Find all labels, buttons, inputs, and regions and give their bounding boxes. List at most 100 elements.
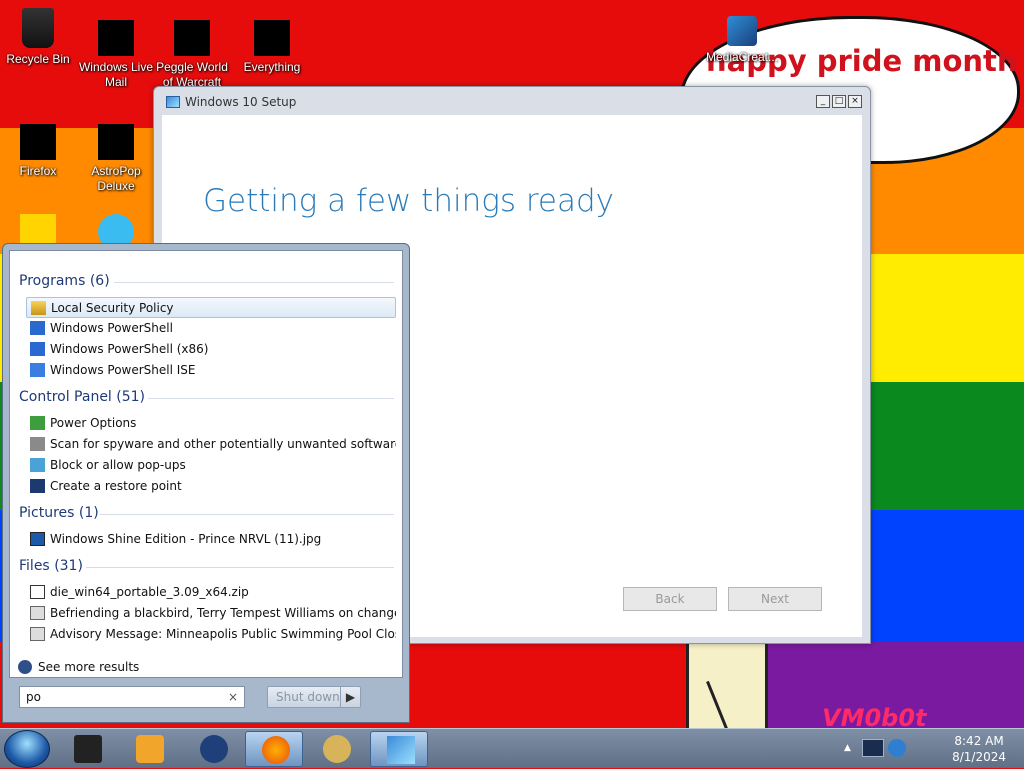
- result-label: Block or allow pop-ups: [50, 458, 186, 472]
- taskbar-app-3[interactable]: [184, 731, 242, 767]
- desktop-icon-firefox[interactable]: Firefox: [0, 124, 76, 179]
- peggle-icon: [174, 20, 210, 56]
- everything-icon: [254, 20, 290, 56]
- windows-live-mail-icon: [98, 20, 134, 56]
- minimize-button[interactable]: _: [816, 95, 830, 108]
- close-button[interactable]: ×: [848, 95, 862, 108]
- start-button[interactable]: [4, 730, 50, 768]
- search-value: po: [26, 690, 41, 704]
- app-icon: [323, 735, 351, 763]
- setup-icon: [387, 736, 415, 764]
- firefox-icon: [262, 736, 290, 764]
- result-label: Scan for spyware and other potentially u…: [50, 437, 396, 451]
- window-title: Windows 10 Setup: [185, 95, 297, 109]
- result-windows-powershell-ise[interactable]: Windows PowerShell ISE: [26, 360, 396, 381]
- taskbar-app-1[interactable]: [58, 731, 116, 767]
- title-bar[interactable]: Windows 10 Setup _ □ ×: [154, 87, 870, 117]
- network-icon[interactable]: [862, 739, 884, 757]
- result-scan-spyware[interactable]: Scan for spyware and other potentially u…: [26, 434, 396, 455]
- powershell-icon: [30, 342, 45, 356]
- next-button[interactable]: Next: [728, 587, 822, 611]
- result-die-zip[interactable]: die_win64_portable_3.09_x64.zip: [26, 582, 396, 603]
- zip-file-icon: [30, 585, 45, 599]
- security-policy-icon: [31, 301, 46, 315]
- desktop-icon-label: Everything: [243, 60, 301, 74]
- taskbar: ▲ 8:42 AM 8/1/2024: [0, 728, 1024, 768]
- drawing-figure: [686, 644, 768, 731]
- clear-search-icon[interactable]: ×: [228, 687, 238, 707]
- clock-date: 8/1/2024: [952, 750, 1006, 764]
- result-power-options[interactable]: Power Options: [26, 413, 396, 434]
- group-header-control-panel[interactable]: Control Panel (51): [19, 389, 145, 405]
- powershell-ise-icon: [30, 363, 45, 377]
- internet-options-icon: [30, 458, 45, 472]
- result-create-restore-point[interactable]: Create a restore point: [26, 476, 396, 497]
- desktop-icon-peggle[interactable]: Peggle World of Warcraft: [154, 20, 230, 90]
- clock[interactable]: 8:42 AM 8/1/2024: [952, 733, 1006, 765]
- group-header-files[interactable]: Files (31): [19, 558, 83, 574]
- result-label: Local Security Policy: [51, 301, 174, 315]
- result-picture[interactable]: Windows Shine Edition - Prince NRVL (11)…: [26, 529, 396, 550]
- recycle-bin-icon: [22, 8, 54, 48]
- image-file-icon: [30, 532, 45, 546]
- power-options-icon: [30, 416, 45, 430]
- show-hidden-icons[interactable]: ▲: [844, 743, 851, 753]
- system-icon: [30, 479, 45, 493]
- divider: [148, 398, 394, 399]
- defender-icon: [30, 437, 45, 451]
- result-blackbird[interactable]: Befriending a blackbird, Terry Tempest W…: [26, 603, 396, 624]
- shutdown-options-arrow[interactable]: ▶: [340, 687, 360, 707]
- taskbar-firefox[interactable]: [245, 731, 303, 767]
- group-count: (51): [116, 389, 146, 405]
- media-player-icon: [136, 735, 164, 763]
- search-input[interactable]: po ×: [19, 686, 245, 708]
- result-label: Befriending a blackbird, Terry Tempest W…: [50, 606, 396, 620]
- volume-icon[interactable]: [888, 739, 906, 757]
- see-more-results-link[interactable]: See more results: [18, 660, 139, 674]
- globe-icon: [200, 735, 228, 763]
- taskbar-app-5[interactable]: [307, 731, 365, 767]
- desktop-icon-windows-live-mail[interactable]: Windows Live Mail: [78, 20, 154, 90]
- result-advisory-message[interactable]: Advisory Message: Minneapolis Public Swi…: [26, 624, 396, 645]
- maximize-button[interactable]: □: [832, 95, 846, 108]
- group-header-pictures[interactable]: Pictures (1): [19, 505, 99, 521]
- desktop-icon-label: Windows Live Mail: [78, 60, 154, 89]
- search-icon: [18, 660, 32, 674]
- shutdown-label: Shut down: [276, 690, 340, 704]
- firefox-icon: [20, 124, 56, 160]
- taskbar-setup[interactable]: [370, 731, 428, 767]
- desktop-icon-everything[interactable]: Everything: [234, 20, 310, 75]
- result-local-security-policy[interactable]: Local Security Policy: [26, 297, 396, 318]
- group-header-programs[interactable]: Programs (6): [19, 273, 110, 289]
- result-label: die_win64_portable_3.09_x64.zip: [50, 585, 249, 599]
- result-block-popups[interactable]: Block or allow pop-ups: [26, 455, 396, 476]
- result-label: Windows PowerShell: [50, 321, 173, 335]
- clock-time: 8:42 AM: [954, 734, 1004, 748]
- result-windows-powershell[interactable]: Windows PowerShell: [26, 318, 396, 339]
- setup-app-icon: [166, 96, 180, 108]
- group-count: (1): [78, 505, 99, 521]
- media-creation-tool-icon: [727, 16, 757, 46]
- shutdown-button[interactable]: Shut down ▶: [267, 686, 361, 708]
- search-results-panel: Programs (6) Local Security Policy Windo…: [9, 250, 403, 678]
- mail-icon: [30, 606, 45, 620]
- desktop-icon-label: Recycle Bin: [6, 52, 70, 66]
- divider: [114, 282, 394, 283]
- desktop-icon-label: Firefox: [19, 164, 57, 178]
- back-button[interactable]: Back: [623, 587, 717, 611]
- desktop-icon-recycle-bin[interactable]: Recycle Bin: [0, 8, 76, 67]
- result-label: Windows Shine Edition - Prince NRVL (11)…: [50, 532, 322, 546]
- group-title: Pictures: [19, 505, 75, 521]
- desktop-icon-media-creation[interactable]: MediaCreat...: [704, 16, 780, 65]
- system-tray: ▲ 8:42 AM 8/1/2024: [840, 729, 1024, 769]
- start-menu[interactable]: Programs (6) Local Security Policy Windo…: [2, 243, 410, 723]
- result-windows-powershell-x86[interactable]: Windows PowerShell (x86): [26, 339, 396, 360]
- see-more-label: See more results: [38, 660, 140, 674]
- astropop-icon: [98, 124, 134, 160]
- app-icon: [74, 735, 102, 763]
- taskbar-media-player[interactable]: [120, 731, 178, 767]
- result-label: Create a restore point: [50, 479, 182, 493]
- group-title: Control Panel: [19, 389, 112, 405]
- window-controls: _ □ ×: [816, 95, 862, 108]
- desktop-icon-astropop[interactable]: AstroPop Deluxe: [78, 124, 154, 194]
